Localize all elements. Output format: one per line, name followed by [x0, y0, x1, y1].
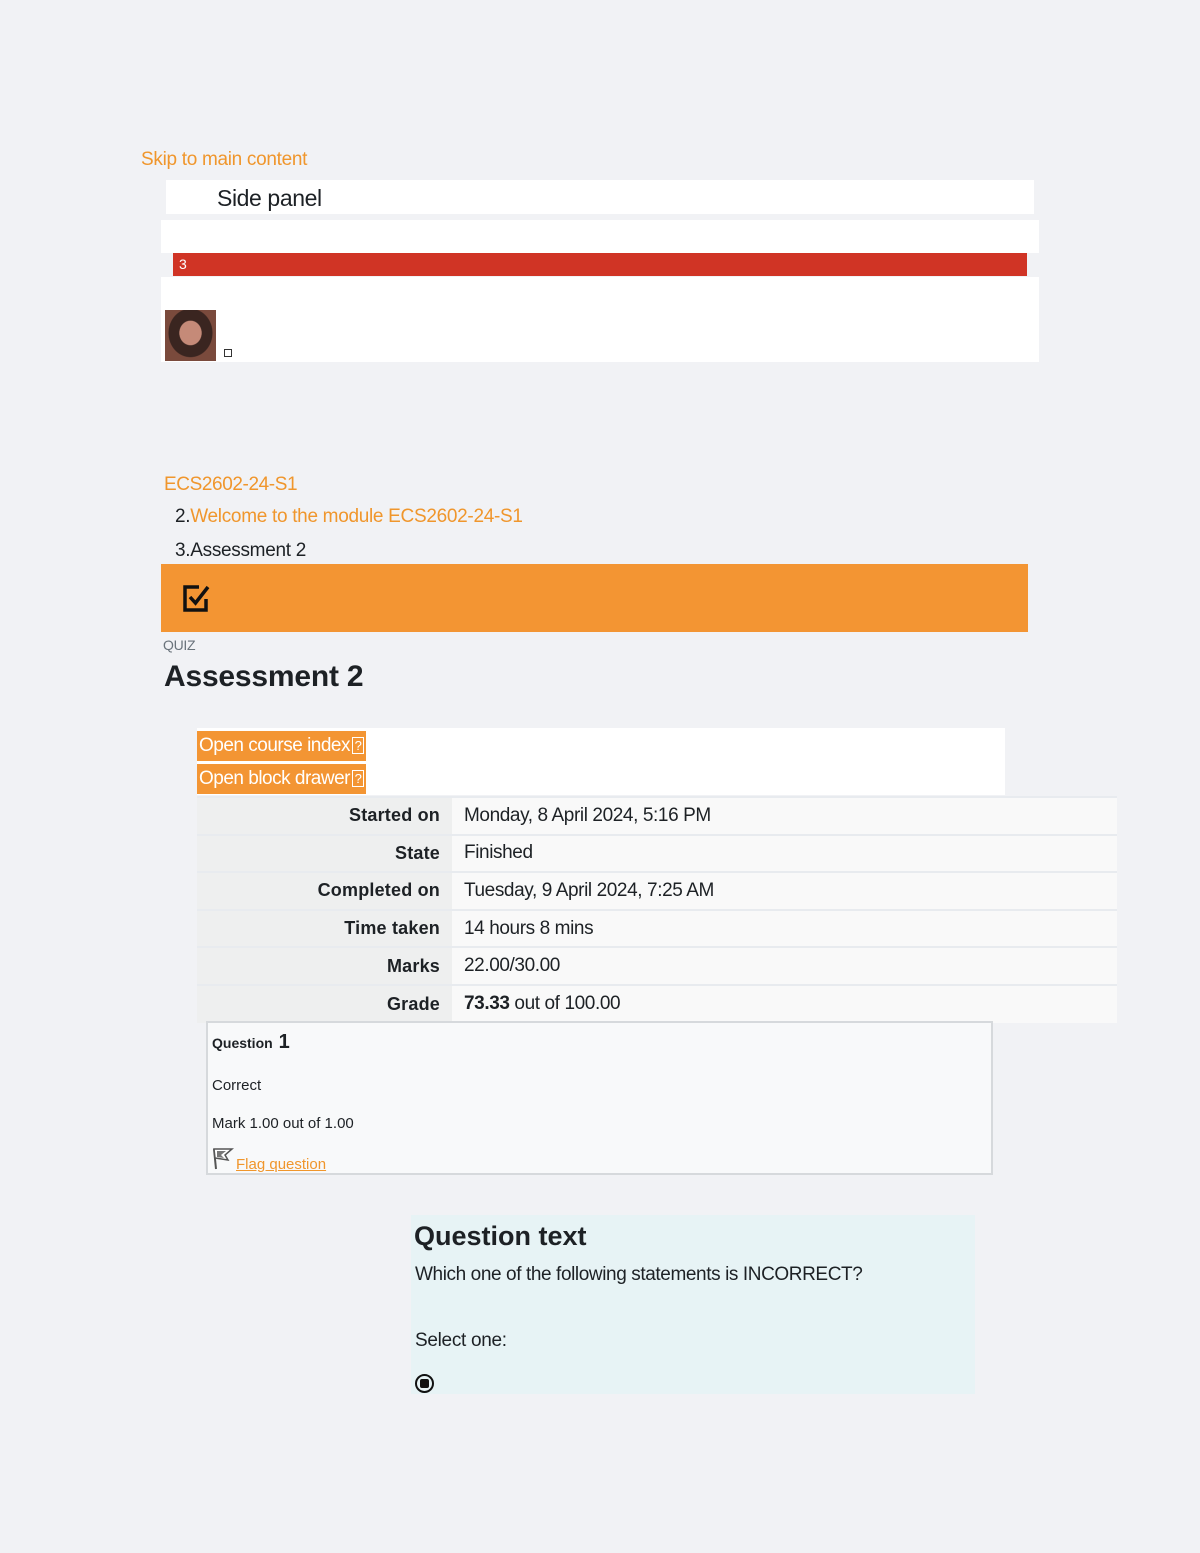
summary-label: Started on — [197, 796, 452, 835]
open-course-index-button[interactable]: Open course index? — [197, 731, 366, 761]
notification-count-badge: 3 — [179, 256, 187, 272]
grade-score: 73.33 — [464, 993, 510, 1015]
summary-label: Grade — [197, 983, 452, 1023]
page-title: Assessment 2 — [164, 660, 364, 693]
activity-type-label: QUIZ — [163, 637, 196, 653]
summary-row-started: Started on Monday, 8 April 2024, 5:16 PM — [197, 796, 1117, 835]
question-text: Which one of the following statements is… — [415, 1264, 863, 1285]
question-text-heading: Question text — [414, 1221, 587, 1251]
question-info-panel: Question 1 Correct Mark 1.00 out of 1.00… — [206, 1021, 993, 1175]
breadcrumb-item-3: 3.Assessment 2 — [175, 540, 306, 561]
summary-row-state: State Finished — [197, 833, 1117, 873]
skip-to-main-link[interactable]: Skip to main content — [141, 149, 307, 171]
question-mark: Mark 1.00 out of 1.00 — [212, 1115, 354, 1132]
grade-out-of: out of 100.00 — [509, 993, 621, 1015]
summary-label: State — [197, 833, 452, 873]
course-index-icon: ? — [352, 737, 364, 754]
activity-icon-banner — [161, 564, 1028, 632]
open-course-index-label: Open course index — [199, 735, 351, 756]
summary-value: 22.00/30.00 — [452, 946, 1117, 985]
summary-row-time-taken: Time taken 14 hours 8 mins — [197, 908, 1117, 948]
select-one-prompt: Select one: — [415, 1330, 507, 1351]
open-block-drawer-label: Open block drawer — [199, 768, 350, 789]
user-avatar[interactable] — [165, 310, 216, 361]
open-block-drawer-button[interactable]: Open block drawer? — [197, 764, 366, 794]
summary-row-marks: Marks 22.00/30.00 — [197, 946, 1117, 985]
quiz-check-icon — [183, 585, 210, 612]
block-drawer-icon: ? — [351, 770, 364, 787]
answer-radio[interactable] — [415, 1374, 434, 1393]
flag-icon[interactable] — [212, 1146, 234, 1170]
user-menu-caret-icon[interactable] — [224, 349, 232, 357]
summary-value: 14 hours 8 mins — [452, 908, 1117, 948]
summary-value: 73.33 out of 100.00 — [452, 983, 1117, 1023]
question-number: 1 — [278, 1031, 290, 1053]
summary-label: Completed on — [197, 871, 452, 910]
summary-row-completed: Completed on Tuesday, 9 April 2024, 7:25… — [197, 871, 1117, 910]
breadcrumb-course-link[interactable]: ECS2602-24-S1 — [164, 474, 298, 496]
summary-value: Finished — [452, 833, 1117, 873]
drawer-toggles: Open course index? Open block drawer? — [197, 728, 1005, 795]
summary-value: Monday, 8 April 2024, 5:16 PM — [452, 796, 1117, 835]
flag-question-link[interactable]: Flag question — [236, 1156, 326, 1173]
summary-row-grade: Grade 73.33 out of 100.00 — [197, 983, 1117, 1023]
question-heading: Question 1 — [212, 1031, 290, 1054]
user-nav-area: 3 — [161, 220, 1039, 362]
breadcrumb-welcome-link[interactable]: Welcome to the module ECS2602-24-S1 — [190, 506, 523, 527]
question-state: Correct — [212, 1077, 262, 1094]
side-panel-header: Side panel — [166, 180, 1034, 214]
summary-label: Marks — [197, 946, 452, 985]
breadcrumb-item-2-number: 2. — [175, 506, 191, 527]
notification-bar[interactable]: 3 — [173, 253, 1027, 276]
summary-label: Time taken — [197, 908, 452, 948]
side-panel-title: Side panel — [217, 185, 322, 211]
quiz-summary-table: Started on Monday, 8 April 2024, 5:16 PM… — [197, 796, 1117, 1023]
question-content: Question text Which one of the following… — [411, 1215, 975, 1394]
summary-value: Tuesday, 9 April 2024, 7:25 AM — [452, 871, 1117, 910]
breadcrumb-item-2: 2.Welcome to the module ECS2602-24-S1 — [175, 506, 523, 528]
question-label: Question — [212, 1035, 273, 1051]
